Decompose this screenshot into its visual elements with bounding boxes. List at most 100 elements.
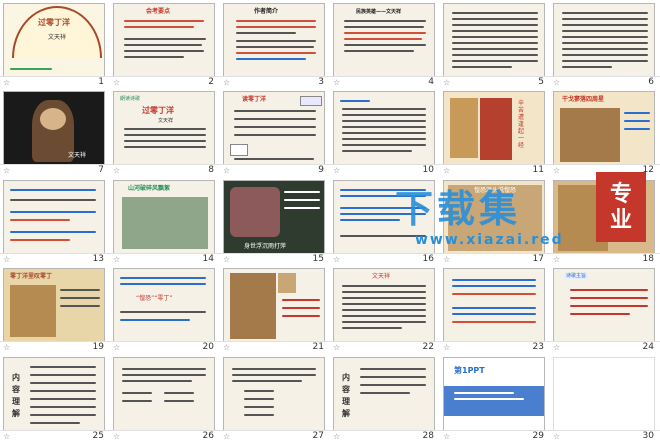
slide-preview[interactable]: 会考要点 bbox=[113, 3, 215, 77]
star-icon: ☆ bbox=[223, 431, 231, 441]
slide-preview[interactable] bbox=[223, 356, 325, 431]
slide-thumbnail-12[interactable]: 干戈寥落四周星 ☆ 12 bbox=[550, 88, 660, 176]
slide-preview[interactable] bbox=[333, 91, 435, 166]
slide-caption: ☆ 14 bbox=[110, 252, 220, 266]
slide-preview[interactable]: 朗读诗歌 过零丁洋 文天祥 bbox=[113, 91, 215, 166]
slide-thumbnail-4[interactable]: 民族英雄——文天祥 ☆ 4 bbox=[330, 0, 440, 88]
slide-verse: 山河破碎风飘絮 bbox=[128, 184, 171, 192]
landscape-image bbox=[122, 196, 208, 249]
slide-thumbnail-27[interactable]: ☆ 27 bbox=[220, 354, 330, 442]
slide-thumbnail-1[interactable]: 过零丁洋 文天祥 ☆ 1 bbox=[0, 0, 110, 88]
slide-verse: 干戈寥落四周星 bbox=[562, 96, 605, 104]
slide-preview[interactable]: 作者简介 bbox=[223, 3, 325, 77]
slide-preview[interactable]: 身世浮沉雨打萍 bbox=[223, 179, 325, 254]
slide-caption: ☆ 28 bbox=[330, 429, 440, 443]
slide-preview[interactable]: 山河破碎风飘絮 bbox=[113, 179, 215, 254]
slide-preview[interactable] bbox=[443, 268, 545, 343]
star-icon: ☆ bbox=[223, 166, 231, 176]
painting-image bbox=[10, 285, 56, 338]
slide-number: 7 bbox=[98, 165, 104, 176]
slide-preview[interactable]: 读零丁洋 bbox=[223, 91, 325, 166]
brand-logo: 第1PPT bbox=[454, 365, 485, 375]
slide-preview[interactable]: 内容理解 bbox=[333, 356, 435, 431]
slide-tag: 朗读诗歌 bbox=[120, 96, 141, 103]
slide-heading: 作者简介 bbox=[254, 8, 279, 15]
slide-preview[interactable]: 民族英雄——文天祥 bbox=[333, 3, 435, 77]
slide-thumbnail-30[interactable]: ☆ 30 bbox=[550, 354, 660, 442]
star-icon: ☆ bbox=[333, 166, 341, 176]
slide-heading: 民族英雄——文天祥 bbox=[356, 9, 402, 15]
slide-thumbnail-5[interactable]: ☆ 5 bbox=[440, 0, 550, 88]
star-icon: ☆ bbox=[553, 343, 561, 353]
slide-thumbnail-25[interactable]: 内容理解 ☆ 25 bbox=[0, 354, 110, 442]
slide-thumbnail-23[interactable]: ☆ 23 bbox=[440, 265, 550, 353]
slide-caption: ☆ 8 bbox=[110, 164, 220, 177]
slide-thumbnail-13[interactable]: ☆ 13 bbox=[0, 177, 110, 265]
slide-number: 18 bbox=[642, 253, 654, 264]
painting-image bbox=[230, 273, 276, 340]
slide-number: 20 bbox=[202, 342, 214, 353]
slide-thumbnail-11[interactable]: 辛苦遭逢起一经 ☆ 11 bbox=[440, 88, 550, 176]
slide-preview[interactable] bbox=[443, 3, 545, 77]
slide-thumbnail-21[interactable]: ☆ 21 bbox=[220, 265, 330, 353]
star-icon: ☆ bbox=[113, 431, 121, 441]
slide-number: 26 bbox=[202, 430, 214, 441]
slide-thumbnail-19[interactable]: 零丁洋里叹零丁 ☆ 19 bbox=[0, 265, 110, 353]
slide-number: 24 bbox=[642, 342, 654, 353]
slide-thumbnail-3[interactable]: 作者简介 ☆ 3 bbox=[220, 0, 330, 88]
flower-image bbox=[230, 186, 280, 237]
slide-preview[interactable]: 过零丁洋 文天祥 bbox=[3, 3, 105, 77]
slide-preview[interactable] bbox=[553, 3, 655, 77]
watermark-text: 下载集 bbox=[395, 186, 522, 231]
slide-thumbnail-26[interactable]: ☆ 26 bbox=[110, 354, 220, 442]
slide-preview[interactable]: 零丁洋里叹零丁 bbox=[3, 268, 105, 343]
slide-preview[interactable]: 内容理解 bbox=[3, 356, 105, 431]
slide-thumbnail-9[interactable]: 读零丁洋 ☆ 9 bbox=[220, 88, 330, 176]
slide-preview[interactable] bbox=[113, 356, 215, 431]
star-icon: ☆ bbox=[333, 431, 341, 441]
slide-thumbnail-2[interactable]: 会考要点 ☆ 2 bbox=[110, 0, 220, 88]
slide-verse: 身世浮沉雨打萍 bbox=[244, 242, 287, 250]
slide-number: 22 bbox=[422, 342, 434, 353]
slide-caption: ☆ 7 bbox=[0, 164, 110, 177]
slide-preview[interactable] bbox=[223, 268, 325, 343]
slide-caption: ☆ 24 bbox=[550, 341, 660, 354]
slide-thumbnail-15[interactable]: 身世浮沉雨打萍 ☆ 15 bbox=[220, 177, 330, 265]
slide-preview[interactable]: “惶恐”“零丁” bbox=[113, 268, 215, 343]
slide-number: 5 bbox=[538, 77, 544, 87]
star-icon: ☆ bbox=[553, 78, 561, 87]
slide-preview[interactable] bbox=[553, 356, 655, 431]
slide-preview[interactable]: 第1PPT bbox=[443, 356, 545, 431]
slide-number: 29 bbox=[532, 430, 544, 441]
slide-preview[interactable]: 诗歌主旨 bbox=[553, 268, 655, 343]
slide-thumbnail-14[interactable]: 山河破碎风飘絮 ☆ 14 bbox=[110, 177, 220, 265]
slide-number: 6 bbox=[648, 77, 654, 87]
star-icon: ☆ bbox=[113, 166, 121, 176]
slide-caption: ☆ 9 bbox=[220, 164, 330, 177]
slide-thumbnail-8[interactable]: 朗读诗歌 过零丁洋 文天祥 ☆ 8 bbox=[110, 88, 220, 176]
slide-caption: ☆ 2 bbox=[110, 76, 220, 89]
slide-number: 13 bbox=[92, 253, 104, 264]
slide-number: 15 bbox=[312, 253, 324, 264]
slide-number: 28 bbox=[422, 430, 434, 441]
slide-verse: 辛苦遭逢起一经 bbox=[518, 100, 525, 150]
slide-thumbnail-6[interactable]: ☆ 6 bbox=[550, 0, 660, 88]
slide-thumbnail-29[interactable]: 第1PPT ☆ 29 bbox=[440, 354, 550, 442]
slide-preview[interactable]: 文天祥 bbox=[3, 91, 105, 166]
slide-caption: ☆ 23 bbox=[440, 341, 550, 354]
slide-caption: ☆ 11 bbox=[440, 164, 550, 177]
slide-thumbnail-10[interactable]: ☆ 10 bbox=[330, 88, 440, 176]
slide-preview[interactable]: 文天祥 bbox=[333, 268, 435, 343]
slide-thumbnail-28[interactable]: 内容理解 ☆ 28 bbox=[330, 354, 440, 442]
slide-preview[interactable]: 干戈寥落四周星 bbox=[553, 91, 655, 166]
watermark-badge-line2: 业 bbox=[609, 207, 632, 233]
slide-thumbnail-7[interactable]: 文天祥 ☆ 7 bbox=[0, 88, 110, 176]
slide-thumbnail-24[interactable]: 诗歌主旨 ☆ 24 bbox=[550, 265, 660, 353]
slide-thumbnail-20[interactable]: “惶恐”“零丁” ☆ 20 bbox=[110, 265, 220, 353]
slide-thumbnail-22[interactable]: 文天祥 ☆ 22 bbox=[330, 265, 440, 353]
star-icon: ☆ bbox=[223, 78, 231, 87]
star-icon: ☆ bbox=[3, 343, 11, 353]
slide-preview[interactable] bbox=[3, 179, 105, 254]
slide-caption: ☆ 15 bbox=[220, 252, 330, 266]
slide-preview[interactable]: 辛苦遭逢起一经 bbox=[443, 91, 545, 166]
